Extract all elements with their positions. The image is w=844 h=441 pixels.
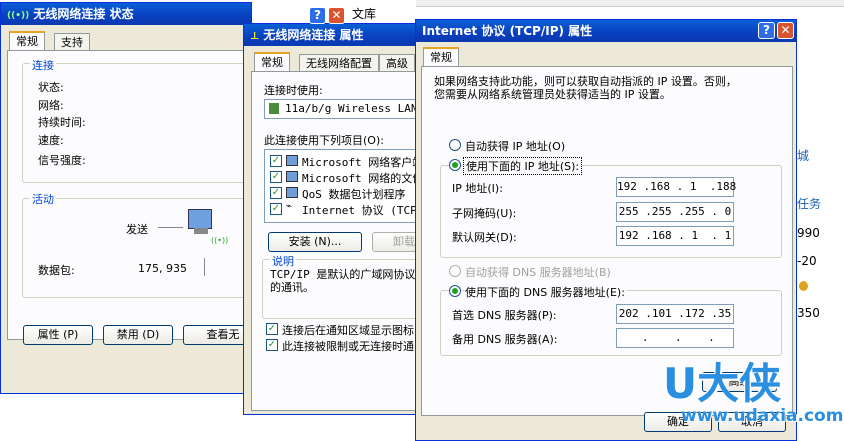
auto-dns-radio[interactable] — [449, 265, 461, 277]
alternate-dns-label: 备用 DNS 服务器(A): — [452, 333, 558, 346]
properties-button[interactable]: 属性 (P) — [23, 325, 93, 345]
client-icon — [286, 155, 298, 166]
item-checkbox-client[interactable]: ✓ — [270, 155, 282, 167]
tab-advanced[interactable]: 高级 — [379, 54, 415, 72]
activity-group-label: 活动 — [30, 191, 56, 207]
notify-checkbox[interactable]: ✓ — [266, 339, 278, 351]
preferred-dns-input[interactable]: 202 .101 .172 .35 — [616, 304, 734, 324]
show-icon-checkbox[interactable]: ✓ — [266, 323, 278, 335]
auto-ip-label[interactable]: 自动获得 IP 地址(O) — [465, 138, 565, 154]
use-ip-label[interactable]: 使用下面的 IP 地址(S): — [463, 157, 583, 175]
signal-icon: ((•)) — [211, 236, 229, 245]
disable-button[interactable]: 禁用 (D) — [103, 325, 173, 345]
items-label: 此连接使用下列项目(O): — [264, 134, 384, 147]
duration-label: 持续时间: — [38, 116, 86, 129]
right-item-2[interactable]: 任务 — [797, 195, 821, 212]
watermark-url: www.udaxia.com — [681, 406, 844, 426]
item-client[interactable]: Microsoft 网络客户端 — [302, 154, 423, 170]
alternate-dns-input[interactable]: . . . — [616, 328, 734, 348]
help-button[interactable]: ? — [758, 22, 775, 39]
status-title: 无线网络连接 状态 — [33, 7, 134, 21]
activity-divider — [204, 258, 205, 276]
packets-value: 175, 935 — [138, 262, 187, 275]
item-checkbox-tcpip[interactable]: ✓ — [270, 203, 282, 215]
gateway-input[interactable]: 192 .168 . 1 . 1 — [616, 226, 734, 246]
show-icon-label[interactable]: 连接后在通知区域显示图标 — [282, 322, 414, 338]
preferred-dns-label: 首选 DNS 服务器(P): — [452, 309, 557, 322]
computer-icon — [188, 209, 212, 229]
status-label: 状态: — [38, 81, 64, 94]
background-top-bar — [416, 0, 844, 7]
description-text: TCP/IP 是默认的广域网协议 的通讯。 — [270, 268, 416, 294]
file-sharing-icon — [286, 171, 298, 182]
close-button[interactable]: ✕ — [777, 22, 794, 39]
gateway-label: 默认网关(D): — [452, 231, 517, 244]
activity-group — [22, 198, 251, 298]
status-close-button[interactable]: ✕ — [328, 7, 345, 24]
intro-text: 如果网络支持此功能，则可以获取自动指派的 IP 设置。否则， 您需要从网络系统管… — [434, 75, 737, 101]
tab-support[interactable]: 支持 — [54, 33, 90, 51]
status-title-bar[interactable]: ((•)) 无线网络连接 状态 — [1, 3, 251, 25]
properties-window: ⊥ 无线网络连接 属性 常规 无线网络配置 高级 连接时使用: 11a/b/g … — [243, 23, 428, 415]
item-file-sharing[interactable]: Microsoft 网络的文件 — [302, 170, 423, 186]
right-item-5: 350 — [797, 306, 820, 320]
status-help-button[interactable]: ? — [309, 7, 326, 24]
notify-label[interactable]: 此连接被限制或无连接时通 — [282, 338, 414, 354]
computer-base-icon — [194, 228, 208, 234]
status-panel: 连接 状态: 网络: 持续时间: 速度: 信号强度: 活动 发送 ((•)) 数… — [7, 50, 251, 340]
item-tcpip[interactable]: Internet 协议 (TCP/ — [302, 202, 423, 218]
right-item-3: 990 — [797, 226, 820, 240]
ip-address-input[interactable]: 192 .168 . 1 .188 — [616, 177, 736, 197]
adapter-icon — [269, 103, 279, 114]
packets-label: 数据包: — [38, 264, 75, 277]
adapter-name: 11a/b/g Wireless LAN — [285, 102, 418, 115]
tab-wireless-config[interactable]: 无线网络配置 — [299, 54, 379, 72]
medal-icon — [799, 281, 808, 291]
sent-line — [158, 227, 183, 228]
item-checkbox-file-sharing[interactable]: ✓ — [270, 171, 282, 183]
protocol-icon: ⌁ — [286, 201, 293, 212]
item-checkbox-qos[interactable]: ✓ — [270, 187, 282, 199]
connect-using-label: 连接时使用: — [264, 84, 323, 97]
use-ip-radio[interactable] — [449, 159, 461, 171]
library-link[interactable]: 文库 — [352, 5, 376, 22]
properties-title-bar[interactable]: ⊥ 无线网络连接 属性 — [244, 24, 427, 46]
subnet-mask-input[interactable]: 255 .255 .255 . 0 — [616, 202, 734, 222]
tcpip-title-bar[interactable]: Internet 协议 (TCP/IP) 属性 — [416, 20, 796, 42]
properties-title: 无线网络连接 属性 — [263, 28, 364, 42]
watermark-logo: U大侠 — [663, 359, 782, 408]
sent-label: 发送 — [126, 223, 148, 236]
use-dns-label[interactable]: 使用下面的 DNS 服务器地址(E): — [465, 284, 627, 300]
view-button[interactable]: 查看无 — [183, 325, 251, 345]
tab-general[interactable]: 常规 — [254, 52, 290, 72]
right-item-4: -20 — [797, 254, 817, 268]
speed-label: 速度: — [38, 134, 64, 147]
subnet-mask-label: 子网掩码(U): — [452, 207, 517, 220]
ip-address-label: IP 地址(I): — [452, 182, 503, 195]
signal-strength-label: 信号强度: — [38, 154, 86, 167]
wireless-icon: ((•)) — [7, 11, 30, 21]
tcpip-title: Internet 协议 (TCP/IP) 属性 — [422, 24, 593, 38]
properties-panel: 连接时使用: 11a/b/g Wireless LAN 此连接使用下列项目(O)… — [251, 71, 427, 411]
connection-group-label: 连接 — [30, 57, 56, 73]
tab-general[interactable]: 常规 — [423, 47, 459, 67]
auto-ip-radio[interactable] — [449, 139, 461, 151]
network-adapter-icon: ⊥ — [250, 31, 260, 42]
right-item-1[interactable]: 城 — [797, 147, 809, 164]
use-dns-radio[interactable] — [449, 285, 461, 297]
install-button[interactable]: 安装 (N)... — [268, 232, 362, 252]
tab-general[interactable]: 常规 — [9, 31, 45, 51]
auto-dns-label[interactable]: 自动获得 DNS 服务器地址(B) — [465, 264, 611, 280]
network-label: 网络: — [38, 99, 64, 112]
status-window: ((•)) 无线网络连接 状态 常规 支持 连接 状态: 网络: 持续时间: 速… — [0, 2, 252, 394]
description-group-label: 说明 — [270, 253, 296, 269]
item-qos[interactable]: QoS 数据包计划程序 — [302, 186, 406, 202]
qos-icon — [286, 187, 298, 198]
